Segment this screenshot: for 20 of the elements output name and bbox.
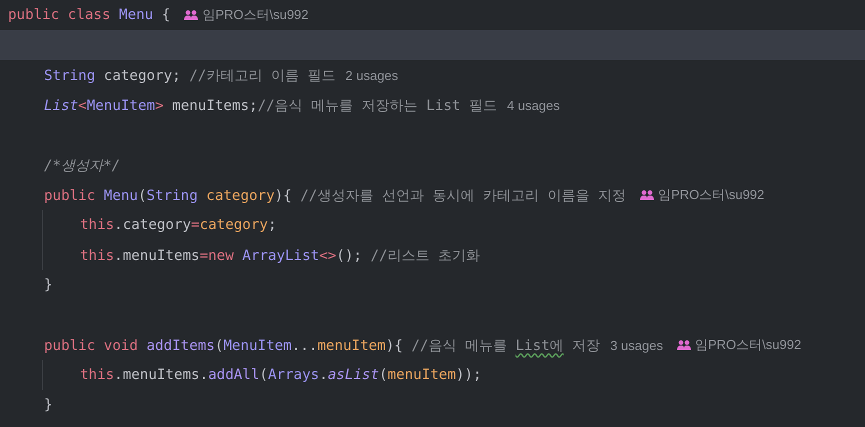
code-line: public void addItems(MenuItem...menuItem){ //음식 메뉴를 List에 저장: [44, 336, 600, 354]
people-icon: [184, 10, 198, 20]
people-icon: [640, 190, 654, 200]
code-line: this.menuItems=new ArrayList<>(); //리스트 초기화: [80, 246, 480, 264]
usages-hint[interactable]: 3 usages: [610, 338, 663, 352]
code-line: }: [44, 277, 53, 293]
people-icon: [676, 340, 691, 350]
code-line: this.category=category;: [80, 217, 276, 233]
usages-hint[interactable]: 4 usages: [507, 98, 560, 112]
code-line: public Menu(String category){ //생성자를 선언과 동시에 카테고리 이름을 지정: [44, 186, 626, 204]
code-line: List<MenuItem> menuItems;//음식 메뉴를 저장하는 List 필드: [44, 96, 497, 114]
code-line: }: [44, 397, 53, 413]
author-hint[interactable]: 임PRO스터\su992: [640, 186, 764, 204]
code-line: this.menuItems.addAll(Arrays.asList(menuItem));: [80, 367, 482, 383]
author-hint[interactable]: 임PRO스터\su992: [676, 336, 802, 354]
code-line: /*생성자*/: [44, 156, 120, 174]
usages-hint[interactable]: 2 usages: [345, 68, 398, 82]
code-line: public class Menu {: [8, 7, 170, 23]
author-hint[interactable]: 임PRO스터\su992: [184, 6, 309, 24]
code-line: String category; //카테고리 이름 필드: [44, 66, 336, 84]
